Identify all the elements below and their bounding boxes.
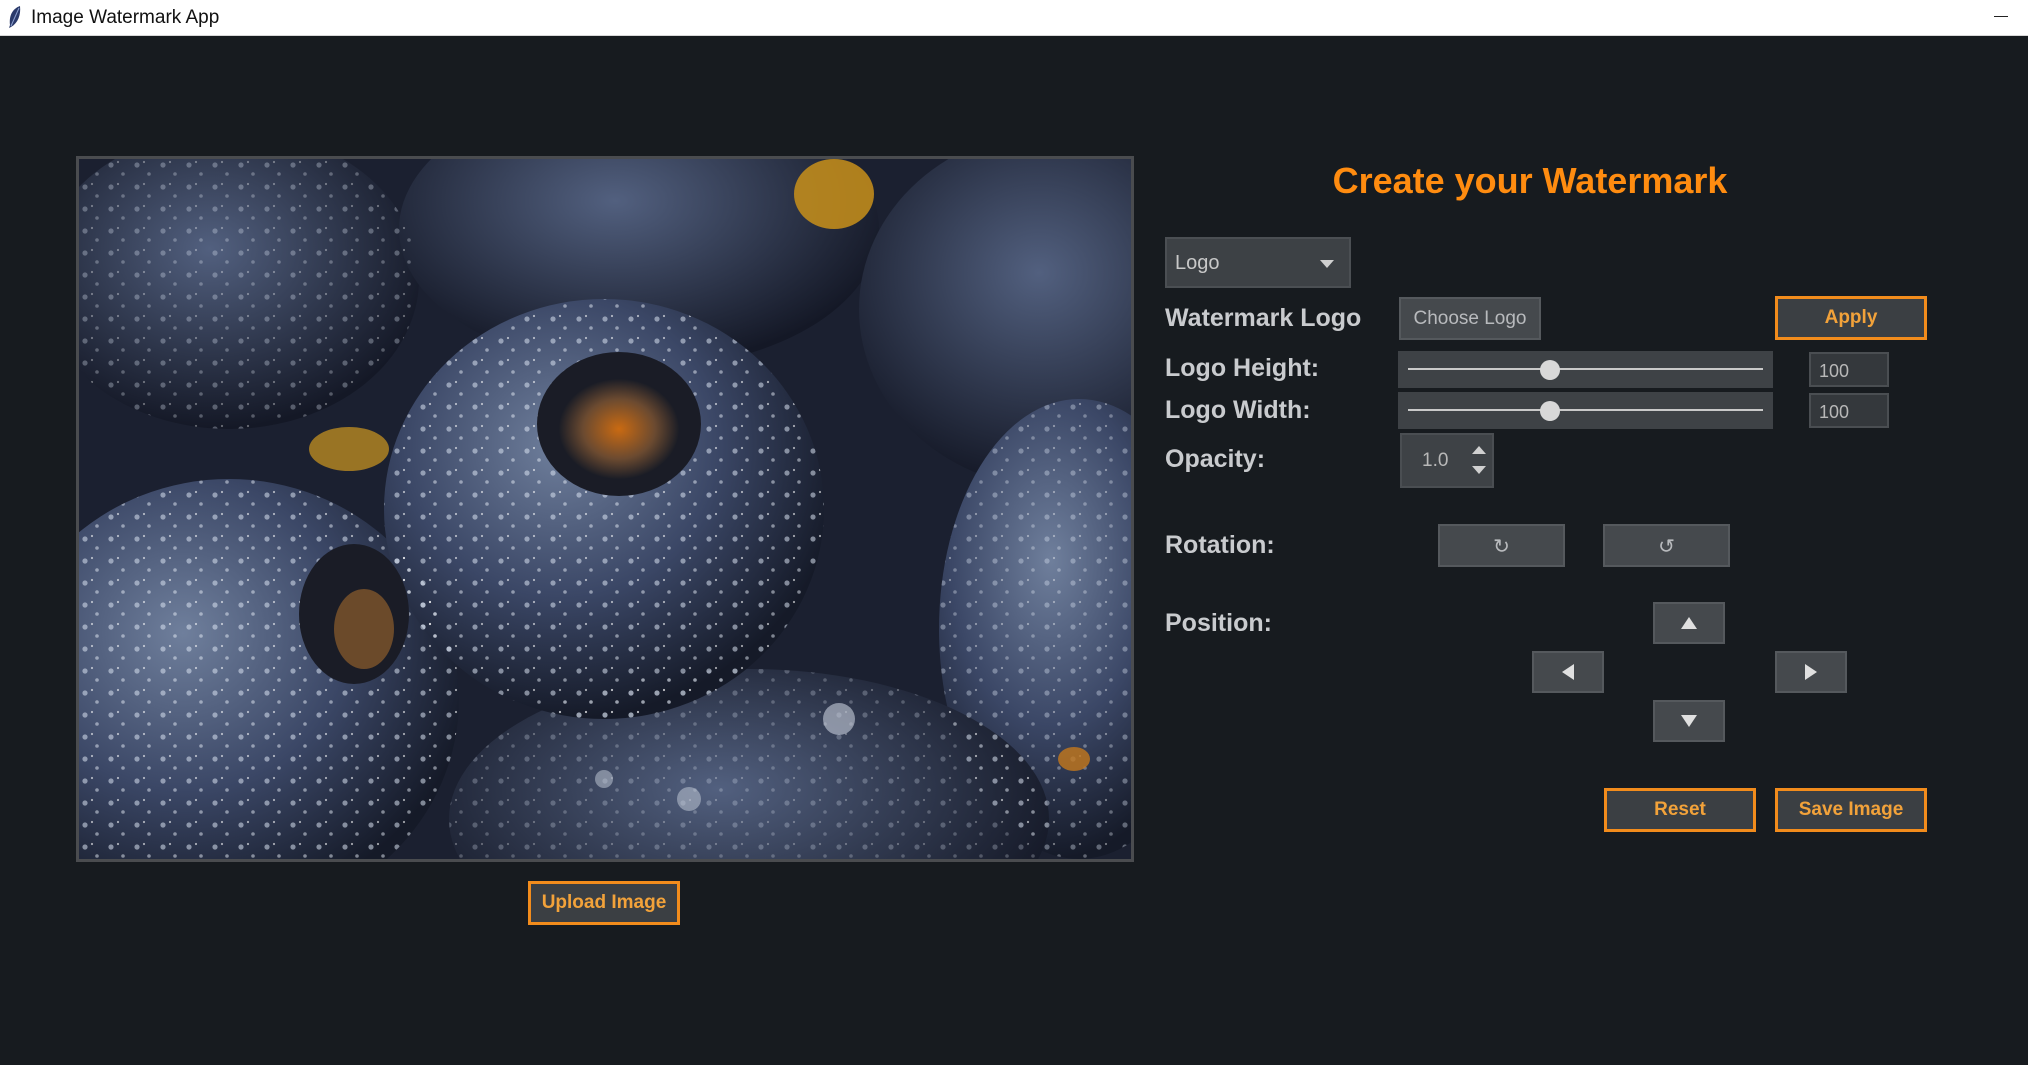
- upload-image-button[interactable]: Upload Image: [528, 881, 680, 925]
- rotate-counterclockwise-icon: ↺: [1658, 533, 1675, 558]
- minimize-button[interactable]: [1974, 0, 2028, 35]
- logo-height-value[interactable]: 100: [1809, 352, 1889, 387]
- choose-logo-button[interactable]: Choose Logo: [1399, 297, 1541, 340]
- feather-icon: [9, 6, 21, 28]
- position-label: Position:: [1165, 609, 1272, 637]
- arrow-down-icon: [1681, 715, 1697, 727]
- apply-button[interactable]: Apply: [1775, 296, 1927, 340]
- logo-width-label: Logo Width:: [1165, 396, 1311, 424]
- move-right-button[interactable]: [1775, 651, 1847, 693]
- slider-track: [1408, 409, 1763, 411]
- logo-width-slider[interactable]: [1398, 392, 1773, 429]
- logo-height-label: Logo Height:: [1165, 354, 1320, 382]
- image-preview: [76, 156, 1134, 862]
- opacity-label: Opacity:: [1165, 445, 1266, 473]
- chevron-down-icon: [1320, 260, 1334, 268]
- watermark-type-dropdown[interactable]: Logo: [1165, 237, 1351, 288]
- minimize-icon: [1994, 16, 2008, 17]
- title-bar: Image Watermark App: [0, 0, 2028, 36]
- spin-up-icon[interactable]: [1472, 446, 1486, 454]
- slider-handle[interactable]: [1540, 401, 1560, 421]
- rotate-counterclockwise-button[interactable]: ↺: [1603, 524, 1730, 567]
- window-title: Image Watermark App: [31, 7, 220, 28]
- arrow-right-icon: [1805, 664, 1817, 680]
- reset-button[interactable]: Reset: [1604, 788, 1756, 832]
- panel-heading: Create your Watermark: [1332, 160, 1728, 201]
- slider-handle[interactable]: [1540, 360, 1560, 380]
- move-down-button[interactable]: [1653, 700, 1725, 742]
- rotate-clockwise-button[interactable]: ↻: [1438, 524, 1565, 567]
- rotate-clockwise-icon: ↻: [1493, 533, 1510, 558]
- logo-width-value[interactable]: 100: [1809, 393, 1889, 428]
- opacity-spinbox[interactable]: 1.0: [1400, 433, 1494, 488]
- watermark-logo-label: Watermark Logo: [1165, 304, 1362, 332]
- spin-down-icon[interactable]: [1472, 466, 1486, 474]
- blueberries-photo: [79, 159, 1131, 859]
- logo-height-slider[interactable]: [1398, 351, 1773, 388]
- slider-track: [1408, 368, 1763, 370]
- save-image-button[interactable]: Save Image: [1775, 788, 1927, 832]
- move-left-button[interactable]: [1532, 651, 1604, 693]
- arrow-up-icon: [1681, 617, 1697, 629]
- arrow-left-icon: [1562, 664, 1574, 680]
- opacity-value: 1.0: [1422, 450, 1449, 471]
- dropdown-value: Logo: [1175, 252, 1220, 274]
- rotation-label: Rotation:: [1165, 531, 1275, 559]
- move-up-button[interactable]: [1653, 602, 1725, 644]
